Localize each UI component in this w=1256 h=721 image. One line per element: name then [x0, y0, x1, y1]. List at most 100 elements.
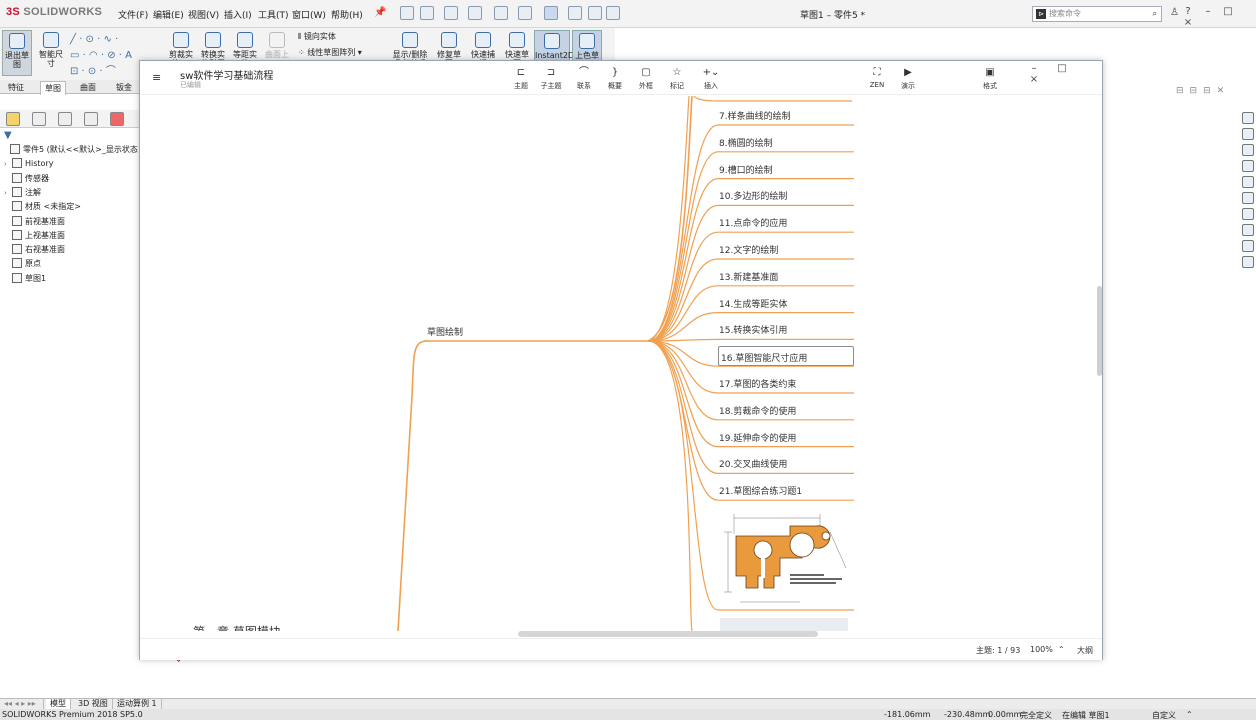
linear-pattern-button[interactable]: ⁘ 线性草图阵列 ▾	[298, 47, 362, 58]
menu-item-4[interactable]: 工具(T)	[258, 8, 289, 21]
save-icon[interactable]	[468, 6, 482, 20]
task-pane-tab-icon[interactable]	[1242, 208, 1254, 220]
subtopic[interactable]: 7.样条曲线的绘制	[718, 105, 854, 125]
mirror-entities-button[interactable]: ⫴ 镜向实体	[298, 31, 336, 42]
viewport-window-controls[interactable]: ⊟⊟⊟✕	[1176, 86, 1230, 96]
minimize-button[interactable]: –	[1198, 6, 1218, 17]
help-button[interactable]: ?	[1178, 6, 1198, 17]
subtopic[interactable]: 11.点命令的应用	[718, 212, 854, 232]
dimxpert-icon[interactable]	[84, 112, 98, 126]
tree-item[interactable]: 前视基准面	[4, 215, 65, 230]
tree-item[interactable]: 原点	[4, 258, 41, 272]
display-manager-icon[interactable]	[110, 112, 124, 126]
xmind-close-button[interactable]: ×	[1020, 74, 1048, 85]
tree-item[interactable]: › 注解	[4, 186, 41, 201]
subtopic[interactable]: 12.文字的绘制	[718, 239, 854, 259]
tab-scroll-arrows[interactable]: ◂◂ ◂ ▸ ▸▸	[0, 699, 44, 709]
task-pane-tab-icon[interactable]	[1242, 240, 1254, 252]
present-button[interactable]: ▶ 演示	[888, 67, 928, 91]
file-properties-icon[interactable]	[588, 6, 602, 20]
feature-manager-icon[interactable]	[6, 112, 20, 126]
new-file-icon[interactable]	[420, 6, 434, 20]
search-commands-input[interactable]: ⊳ 搜索命令 ⌕	[1032, 6, 1162, 22]
subtopic[interactable]: 21.草图综合练习题1	[718, 480, 854, 500]
search-icon[interactable]: ⌕	[1153, 7, 1157, 21]
task-pane-tab-icon[interactable]	[1242, 112, 1254, 124]
menu-item-5[interactable]: 窗口(W)	[292, 8, 326, 21]
sketch-entity-tools[interactable]: ╱ · ⊙ · ∿ · ▭ · ◠ · ⊘ · A ⊡ · ⊙ · ⌒	[70, 32, 132, 80]
next-image-thumbnail[interactable]	[720, 618, 848, 631]
mindmap-canvas[interactable]: 草图绘制 第一章 草图模块 7.样条曲线的绘制 8.椭圆的绘制 9.槽口的绘制 10.…	[140, 96, 1102, 631]
rebuild-icon[interactable]	[568, 6, 582, 20]
central-topic[interactable]: 草图绘制	[427, 325, 463, 338]
select-icon[interactable]	[544, 6, 558, 20]
tree-item[interactable]: 材质 <未指定>	[4, 201, 81, 215]
menu-item-2[interactable]: 视图(V)	[188, 8, 219, 21]
horizontal-scrollbar[interactable]	[518, 631, 818, 637]
task-pane-tab-icon[interactable]	[1242, 192, 1254, 204]
tab-0[interactable]: 特征	[4, 81, 28, 94]
solidworks-logo[interactable]: 3S SOLIDWORKS	[6, 6, 102, 18]
exit-sketch-button[interactable]: 退出草图	[2, 30, 32, 76]
menu-item-1[interactable]: 编辑(E)	[153, 8, 184, 21]
expand-arrow-icon[interactable]: ›	[4, 160, 12, 168]
tree-item[interactable]: 上视基准面	[4, 229, 65, 244]
tree-item[interactable]: 传感器	[4, 172, 49, 187]
tab-2[interactable]: 曲面	[76, 81, 100, 94]
pin-icon[interactable]: 📌	[374, 7, 386, 18]
open-file-icon[interactable]	[444, 6, 458, 20]
task-pane-tab-icon[interactable]	[1242, 224, 1254, 236]
vertical-scrollbar[interactable]	[1097, 286, 1102, 376]
task-pane-tab-icon[interactable]	[1242, 160, 1254, 172]
subtopic[interactable]: 20.交叉曲线使用	[718, 453, 854, 473]
task-pane-tab-icon[interactable]	[1242, 176, 1254, 188]
subtopic[interactable]: 19.延伸命令的使用	[718, 427, 854, 447]
units-selector[interactable]: 自定义	[1152, 710, 1176, 721]
close-button[interactable]: ×	[1178, 17, 1198, 28]
print-icon[interactable]	[494, 6, 508, 20]
filter-icon[interactable]: ▼	[4, 130, 12, 141]
sketch-exercise-drawing[interactable]	[720, 512, 848, 608]
tree-item[interactable]: 右视基准面	[4, 244, 65, 258]
menu-item-0[interactable]: 文件(F)	[118, 8, 148, 21]
hamburger-menu-icon[interactable]: ≡	[152, 71, 161, 84]
expand-arrow-icon[interactable]: ›	[4, 189, 12, 197]
task-pane-tab-icon[interactable]	[1242, 256, 1254, 268]
tab-1[interactable]: 草图	[40, 81, 66, 95]
bottom-tab-1[interactable]: 3D 视图	[74, 699, 113, 709]
home-icon[interactable]	[400, 6, 414, 20]
bottom-tab-0[interactable]: 模型	[46, 699, 71, 709]
maximize-button[interactable]: □	[1218, 6, 1238, 17]
property-manager-icon[interactable]	[32, 112, 46, 126]
options-gear-icon[interactable]	[606, 6, 620, 20]
zoom-stepper-icon[interactable]: ⌃	[1058, 645, 1065, 654]
format-button[interactable]: ▣ 格式	[970, 67, 1010, 91]
outline-button[interactable]: 大纲	[1077, 645, 1093, 656]
menu-item-3[interactable]: 插入(I)	[224, 8, 252, 21]
chapter-topic[interactable]: 第一章 草图模块	[193, 623, 281, 631]
configuration-manager-icon[interactable]	[58, 112, 72, 126]
task-pane-tab-icon[interactable]	[1242, 128, 1254, 140]
bottom-tab-2[interactable]: 运动算例 1	[113, 699, 162, 709]
subtopic[interactable]: 13.新建基准面	[718, 266, 854, 286]
subtopic[interactable]: 18.剪裁命令的使用	[718, 400, 854, 420]
xmind-minimize-button[interactable]: –	[1020, 63, 1048, 74]
insert-button[interactable]: +⌄ 插入	[691, 67, 731, 91]
subtopic[interactable]: 15.转换实体引用	[718, 319, 854, 339]
tree-item[interactable]: 零件5 (默认<<默认>_显示状态 1>)	[2, 144, 155, 158]
subtopic[interactable]: 9.槽口的绘制	[718, 159, 854, 179]
subtopic[interactable]: 10.多边形的绘制	[718, 185, 854, 205]
subtopic[interactable]: 17.草图的各类约束	[718, 373, 854, 393]
tree-item[interactable]: › History	[4, 158, 53, 172]
zoom-level[interactable]: 100%	[1030, 645, 1053, 654]
tab-3[interactable]: 钣金	[112, 81, 136, 94]
undo-icon[interactable]	[518, 6, 532, 20]
subtopic[interactable]: 16.草图智能尺寸应用	[718, 346, 854, 367]
xmind-maximize-button[interactable]: □	[1048, 63, 1076, 74]
task-pane-tab-icon[interactable]	[1242, 144, 1254, 156]
units-dropdown-icon[interactable]: ⌃	[1186, 710, 1193, 719]
tree-item[interactable]: 草图1	[4, 272, 46, 287]
menu-item-6[interactable]: 帮助(H)	[331, 8, 363, 21]
subtopic[interactable]: 14.生成等距实体	[718, 293, 854, 313]
subtopic[interactable]: 8.椭圆的绘制	[718, 132, 854, 152]
